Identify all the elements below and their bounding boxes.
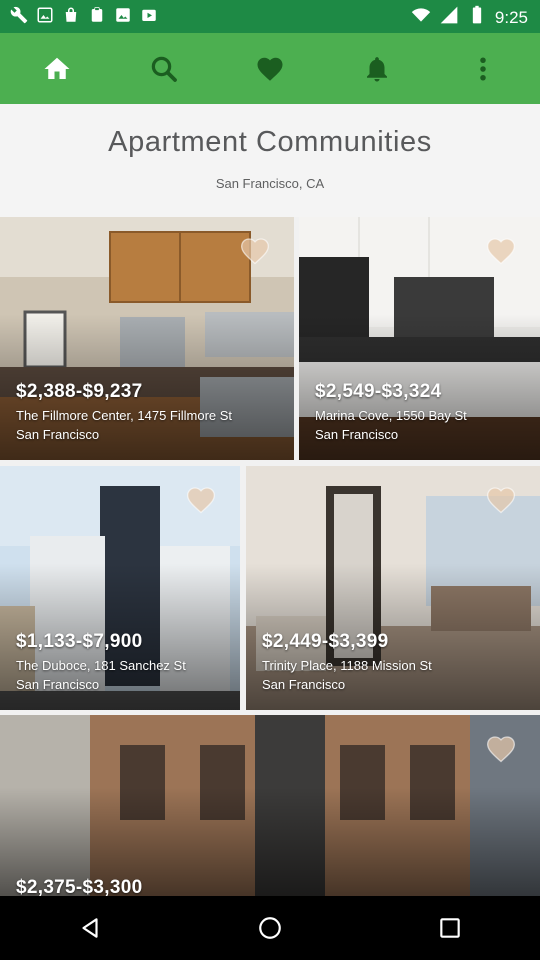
home-icon xyxy=(44,57,70,79)
page-title: Apartment Communities xyxy=(108,126,432,158)
listing-card[interactable]: $2,449-$3,399 Trinity Place, 1188 Missio… xyxy=(246,466,540,710)
more-vert-icon xyxy=(480,57,486,80)
heart-outline-icon xyxy=(486,238,516,265)
back-icon xyxy=(82,918,98,938)
heart-outline-icon xyxy=(486,736,516,763)
tab-favorites[interactable] xyxy=(227,33,313,104)
search-icon xyxy=(151,56,177,82)
recents-button[interactable] xyxy=(405,896,495,960)
listing-price: $2,388-$9,237 xyxy=(16,381,143,402)
listing-price: $2,449-$3,399 xyxy=(262,631,389,652)
heart-outline-icon xyxy=(486,487,516,514)
top-tab-bar xyxy=(0,33,540,104)
bag-icon xyxy=(62,6,80,24)
listing-card[interactable]: $2,388-$9,237 The Fillmore Center, 1475 … xyxy=(0,217,294,460)
home-button[interactable] xyxy=(225,896,315,960)
notification-icons xyxy=(10,6,158,24)
listing-price: $2,375-$3,300 xyxy=(16,877,143,896)
listing-info: $1,133-$7,900 The Duboce, 181 Sanchez St… xyxy=(16,631,186,694)
heart-outline-icon xyxy=(240,238,270,265)
listing-card[interactable]: $2,549-$3,324 Marina Cove, 1550 Bay St S… xyxy=(299,217,540,460)
home-circle-icon xyxy=(259,917,281,939)
listings-grid: $2,388-$9,237 The Fillmore Center, 1475 … xyxy=(0,217,540,896)
back-button[interactable] xyxy=(45,896,135,960)
heart-icon xyxy=(257,57,283,81)
listing-city: San Francisco xyxy=(16,677,100,692)
listing-info: $2,388-$9,237 The Fillmore Center, 1475 … xyxy=(16,381,232,444)
photo-overlay xyxy=(0,715,540,896)
listing-name: The Fillmore Center, 1475 Fillmore St xyxy=(16,408,233,423)
listing-info: $2,449-$3,399 Trinity Place, 1188 Missio… xyxy=(262,631,432,694)
favorite-button[interactable] xyxy=(484,733,518,765)
page-header: Apartment Communities San Francisco, CA xyxy=(0,104,540,217)
listing-info: $2,375-$3,300 xyxy=(16,877,142,896)
favorite-button[interactable] xyxy=(238,235,272,267)
listing-name: The Duboce, 181 Sanchez St xyxy=(16,658,186,673)
listing-info: $2,549-$3,324 Marina Cove, 1550 Bay St S… xyxy=(315,381,467,444)
heart-outline-icon xyxy=(186,487,216,514)
system-status: 9:25 xyxy=(411,5,528,30)
listing-price: $2,549-$3,324 xyxy=(315,381,442,402)
clipboard-icon xyxy=(88,6,106,24)
tab-notifications[interactable] xyxy=(334,33,420,104)
favorite-button[interactable] xyxy=(184,484,218,516)
status-bar: 9:25 xyxy=(0,0,540,33)
battery-icon xyxy=(467,5,487,30)
wrench-icon xyxy=(10,6,28,24)
signal-icon xyxy=(439,5,459,30)
play-store-icon xyxy=(140,6,158,24)
listing-city: San Francisco xyxy=(16,427,100,442)
listing-name: Trinity Place, 1188 Mission St xyxy=(262,658,432,673)
tab-more[interactable] xyxy=(440,33,526,104)
wifi-icon xyxy=(411,5,431,30)
favorite-button[interactable] xyxy=(484,484,518,516)
tab-search[interactable] xyxy=(121,33,207,104)
gallery-icon xyxy=(36,6,54,24)
tab-home[interactable] xyxy=(14,33,100,104)
system-nav-bar xyxy=(0,896,540,960)
image-icon xyxy=(114,6,132,24)
listing-card[interactable]: $1,133-$7,900 The Duboce, 181 Sanchez St… xyxy=(0,466,240,710)
location-label: San Francisco, CA xyxy=(215,176,325,191)
listing-card[interactable]: $2,375-$3,300 xyxy=(0,715,540,896)
listing-name: Marina Cove, 1550 Bay St xyxy=(315,408,467,423)
bell-icon xyxy=(366,56,387,81)
listing-city: San Francisco xyxy=(262,677,346,692)
status-time: 9:25 xyxy=(494,7,528,27)
listing-price: $1,133-$7,900 xyxy=(16,631,143,652)
recents-icon xyxy=(440,918,460,938)
listing-city: San Francisco xyxy=(315,427,399,442)
favorite-button[interactable] xyxy=(484,235,518,267)
